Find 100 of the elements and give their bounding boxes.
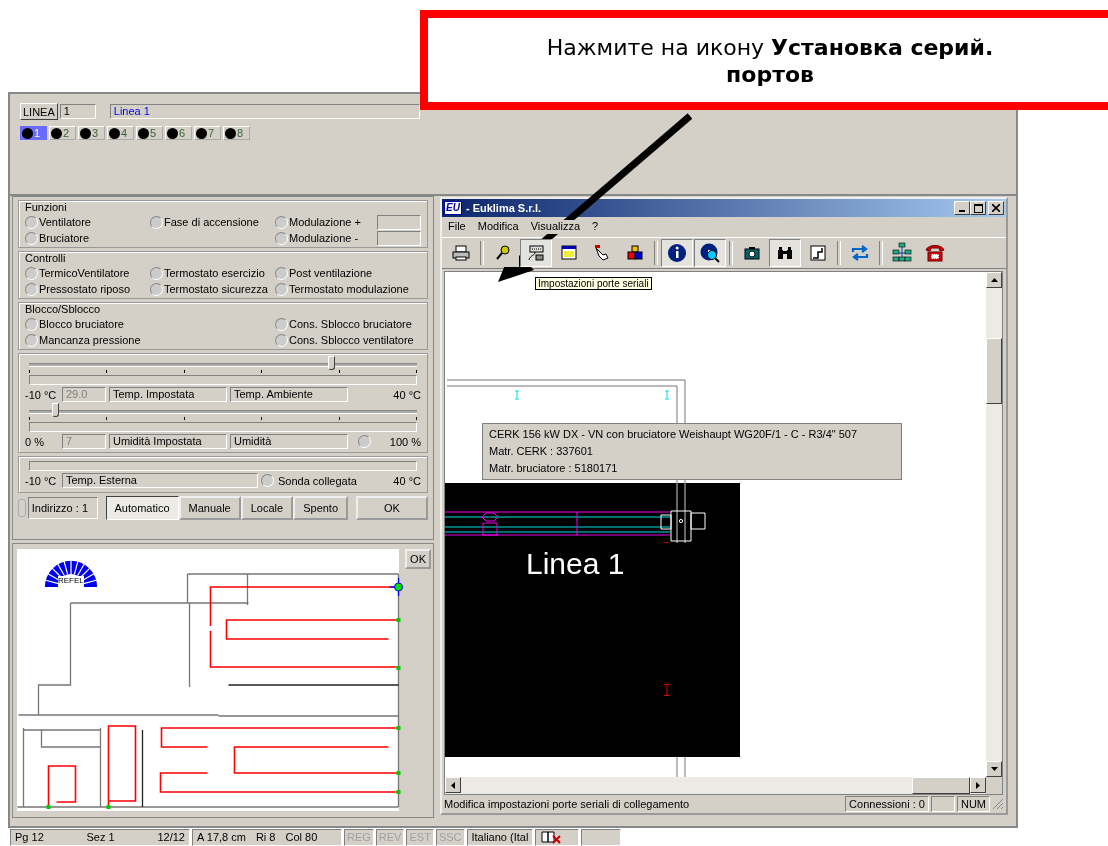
scroll-right-button[interactable] bbox=[970, 777, 986, 793]
num-lock-indicator: NUM bbox=[956, 796, 990, 812]
horizontal-scrollbar[interactable] bbox=[445, 777, 986, 794]
value-field[interactable] bbox=[377, 230, 421, 246]
mode-button[interactable]: Automatico bbox=[105, 496, 179, 520]
section-indicator: Sez 1 bbox=[86, 830, 115, 845]
toolbar-button[interactable] bbox=[520, 239, 552, 267]
serial-port-icon bbox=[527, 244, 545, 262]
radio-label: Cons. Sblocco bruciatore bbox=[289, 318, 412, 330]
close-button[interactable] bbox=[988, 201, 1004, 215]
radio-button[interactable] bbox=[25, 215, 38, 229]
line-number-field[interactable]: 1 bbox=[59, 104, 96, 119]
setpoint-label: Umidità Impostata bbox=[109, 434, 227, 449]
radio-label: Sonda collegata bbox=[278, 474, 357, 487]
language-indicator: Italiano (Ital bbox=[466, 829, 534, 846]
scroll-thumb[interactable] bbox=[912, 777, 970, 794]
position-indicator: A 17,8 cm bbox=[197, 830, 246, 845]
radio-button[interactable] bbox=[25, 266, 38, 280]
radio-button[interactable] bbox=[150, 282, 163, 296]
radio-label: Modulazione + bbox=[289, 216, 361, 228]
line-selector-button[interactable]: 2 bbox=[49, 126, 76, 140]
chart-icon bbox=[809, 244, 827, 262]
line-selector-button[interactable]: 8 bbox=[223, 126, 250, 140]
radio-button[interactable] bbox=[275, 317, 288, 331]
radio-button[interactable] bbox=[275, 333, 288, 347]
window-icon bbox=[560, 244, 578, 262]
mode-button[interactable]: Spento bbox=[293, 496, 349, 520]
maximize-button[interactable] bbox=[970, 201, 986, 215]
line-selector-button[interactable]: 4 bbox=[107, 126, 134, 140]
radio-label: Fase di accensione bbox=[164, 216, 259, 228]
up-arrow-icon bbox=[990, 278, 998, 282]
radio-button[interactable] bbox=[25, 317, 38, 331]
cubes-icon bbox=[626, 244, 644, 262]
hand-icon bbox=[593, 244, 611, 262]
toolbar-button[interactable] bbox=[769, 239, 801, 267]
line-indicator: Ri 8 bbox=[255, 830, 276, 845]
info-icon bbox=[667, 243, 687, 263]
radio-label: Modulazione - bbox=[289, 232, 359, 244]
slider-thumb[interactable] bbox=[52, 403, 60, 417]
info-line: Matr. bruciatore : 5180171 bbox=[489, 461, 619, 476]
radio-button[interactable] bbox=[275, 282, 288, 296]
radio-label: Blocco bruciatore bbox=[39, 318, 124, 330]
radio-label: Post ventilazione bbox=[289, 267, 373, 279]
page-indicator: Pg 12 bbox=[15, 830, 44, 845]
maximize-icon bbox=[973, 203, 983, 213]
address-label: Indirizzo : 1 bbox=[27, 497, 98, 519]
column-indicator: Col 80 bbox=[285, 830, 318, 845]
mode-button[interactable]: Manuale bbox=[178, 496, 241, 520]
radio-label: Mancanza pressione bbox=[39, 334, 141, 346]
radio-button[interactable] bbox=[25, 282, 38, 296]
page-count: 12/12 bbox=[157, 830, 185, 845]
right-arrow-icon bbox=[976, 781, 980, 789]
book-check-icon bbox=[540, 830, 563, 844]
ok-button[interactable]: OK bbox=[356, 496, 428, 520]
radio-button[interactable] bbox=[25, 231, 38, 245]
radio-label: Termostato modulazione bbox=[289, 283, 409, 295]
scroll-down-button[interactable] bbox=[986, 761, 1002, 777]
vertical-scrollbar[interactable] bbox=[986, 272, 1002, 777]
scroll-left-button[interactable] bbox=[445, 777, 461, 793]
toolbar-button[interactable] bbox=[694, 239, 726, 267]
value-field[interactable] bbox=[377, 214, 421, 230]
connections-indicator: Connessioni : 0 bbox=[845, 796, 929, 812]
line-selector-button[interactable]: 3 bbox=[78, 126, 105, 140]
radio-button[interactable] bbox=[275, 231, 288, 245]
radio-label: Pressostato riposo bbox=[39, 283, 131, 295]
scroll-up-button[interactable] bbox=[986, 272, 1002, 288]
radio-label: Cons. Sblocco ventilatore bbox=[289, 334, 414, 346]
close-icon bbox=[992, 204, 1000, 212]
linea-button[interactable]: LINEA bbox=[20, 103, 58, 120]
plan-title: Linea 1 bbox=[526, 547, 625, 581]
slider-thumb[interactable] bbox=[327, 356, 335, 370]
line-selector-button[interactable]: 6 bbox=[165, 126, 192, 140]
radio-label: TermicoVentilatore bbox=[39, 267, 130, 279]
line-selector-button[interactable]: 5 bbox=[136, 126, 163, 140]
reading-label: Umidità bbox=[230, 434, 348, 449]
mode-button[interactable]: Locale bbox=[240, 496, 294, 520]
radio-button[interactable] bbox=[275, 215, 288, 229]
radio-button[interactable] bbox=[150, 215, 163, 229]
radio-label: Ventilatore bbox=[39, 216, 91, 228]
logo-text: REFEL bbox=[58, 576, 84, 585]
tooltip: Impostazioni porte seriali bbox=[535, 277, 652, 290]
toolbar-button[interactable] bbox=[661, 239, 693, 267]
max-label: 40 °C bbox=[393, 474, 421, 487]
group-title: Controlli bbox=[25, 252, 67, 265]
minimize-button[interactable] bbox=[954, 201, 970, 215]
radio-button[interactable] bbox=[25, 333, 38, 347]
menu-item[interactable]: Visualizza bbox=[530, 220, 581, 234]
max-label: 100 % bbox=[389, 435, 421, 448]
radio-button[interactable] bbox=[150, 266, 163, 280]
line-name-field[interactable]: Linea 1 bbox=[109, 104, 420, 119]
radio-button[interactable] bbox=[261, 474, 274, 487]
line-selector-button[interactable]: 7 bbox=[194, 126, 221, 140]
line-selector-button[interactable]: 1 bbox=[20, 126, 47, 140]
radio-button[interactable] bbox=[275, 266, 288, 280]
instruction-text: Нажмите на икону Установка серий. портов bbox=[545, 34, 995, 89]
scroll-thumb[interactable] bbox=[986, 338, 1002, 404]
telephone-icon bbox=[924, 242, 946, 264]
ok-button[interactable]: OK bbox=[405, 549, 431, 569]
min-label: -10 °C bbox=[25, 474, 58, 487]
info-search-icon bbox=[700, 243, 720, 263]
